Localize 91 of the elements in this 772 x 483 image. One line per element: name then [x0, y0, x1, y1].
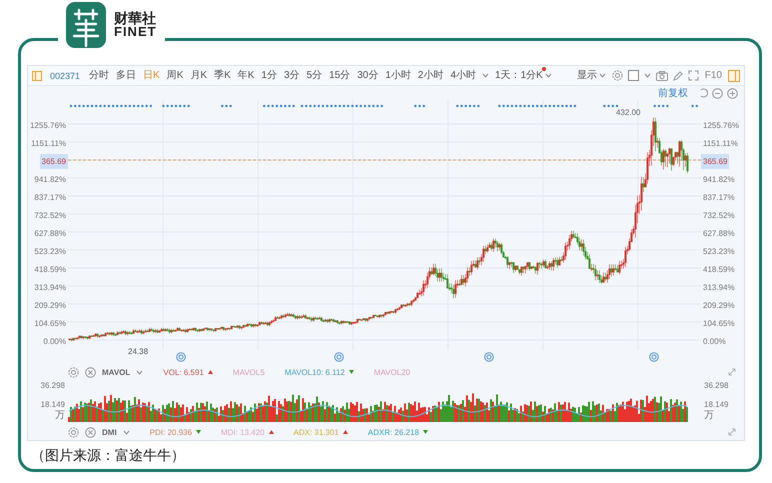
axis-label: 万	[704, 410, 714, 422]
axis-label: 313.94%	[33, 282, 67, 294]
period-tab[interactable]: 多日	[115, 70, 138, 82]
camera-icon[interactable]	[656, 70, 668, 80]
indicator-value: VOL: 6.591	[163, 368, 204, 376]
chevron-down-icon[interactable]	[136, 370, 144, 374]
axis-label: 418.59%	[702, 264, 736, 276]
settings-icon[interactable]	[68, 366, 79, 378]
axis-label: 209.29%	[33, 300, 67, 312]
close-icon[interactable]	[85, 366, 96, 378]
display-dropdown[interactable]: 显示	[576, 70, 607, 82]
target-icon[interactable]	[334, 352, 344, 362]
axis-label: 627.88%	[33, 228, 67, 240]
period-tab[interactable]: 1分	[260, 70, 278, 82]
period-tab[interactable]: 月K	[189, 70, 208, 82]
axis-label: 0.00%	[702, 336, 727, 348]
axis-label: 1151.11%	[702, 138, 739, 150]
high-price-label: 432.00	[616, 108, 640, 117]
indicator-value: ADX: 31.301	[294, 428, 339, 436]
period-tab[interactable]: 2小时	[416, 70, 444, 82]
target-icon[interactable]	[176, 352, 186, 362]
axis-label: 313.94%	[702, 282, 736, 294]
axis-label: 941.82%	[33, 174, 67, 186]
image-caption: （图片来源：富途牛牛）	[31, 447, 186, 465]
checkbox-icon[interactable]	[628, 70, 639, 81]
axis-label: 627.88%	[702, 228, 736, 240]
stock-code-link[interactable]: 002371	[50, 70, 80, 80]
zoom-in-icon[interactable]	[727, 88, 738, 98]
axis-label: 104.65%	[702, 318, 736, 330]
axis-label: 365.69	[701, 154, 730, 168]
axis-label: 18.149	[40, 399, 65, 410]
period-tab[interactable]: 周K	[166, 70, 184, 82]
brand-latin: FINET	[114, 25, 157, 39]
axis-label: 36.298	[704, 380, 728, 391]
axis-label: 1255.76%	[702, 120, 740, 132]
settings-icon[interactable]	[68, 426, 79, 438]
axis-label: 732.52%	[33, 210, 67, 222]
period-tab[interactable]: 15分	[328, 70, 352, 82]
indicator-name: DMI	[102, 428, 117, 436]
indicator-value: MAVOL20	[374, 368, 410, 376]
pen-icon[interactable]	[672, 70, 683, 80]
axis-label: 523.23%	[702, 246, 736, 258]
axis-label: 365.69	[40, 154, 68, 168]
period-tab[interactable]: 5分	[306, 70, 324, 82]
brand-name: 财華社	[114, 11, 157, 25]
chevron-down-icon[interactable]	[644, 73, 651, 78]
period-tab[interactable]: 年K	[236, 70, 256, 82]
axis-label: 837.17%	[702, 192, 736, 204]
period-tab[interactable]: 分时	[88, 70, 110, 82]
chevron-down-icon[interactable]	[482, 73, 490, 78]
axis-label: 0.00%	[42, 336, 67, 348]
period-tab[interactable]: 1小时	[384, 70, 412, 82]
close-icon[interactable]	[85, 426, 96, 438]
axis-label: 104.65%	[33, 318, 67, 330]
target-icon[interactable]	[649, 352, 659, 362]
settings-icon[interactable]	[612, 70, 623, 81]
axis-label: 万	[55, 410, 65, 422]
axis-label: 732.52%	[702, 210, 736, 222]
indicator-value: MDI: 13.420	[220, 428, 264, 436]
axis-label: 36.298	[40, 380, 65, 391]
adjust-link[interactable]: 前复权	[658, 86, 688, 100]
undo-icon[interactable]	[698, 88, 708, 98]
fullscreen-icon[interactable]	[688, 70, 699, 81]
zoom-out-icon[interactable]	[712, 88, 723, 98]
axis-label: 418.59%	[33, 264, 67, 276]
axis-label: 1151.11%	[30, 138, 67, 150]
expand-icon[interactable]	[728, 368, 736, 376]
chevron-down-icon[interactable]	[122, 430, 130, 434]
target-icon[interactable]	[484, 352, 494, 362]
sidebar-toggle-icon[interactable]	[728, 70, 740, 82]
indicator-value: MAVOL10: 6.112	[284, 368, 345, 376]
period-tab[interactable]: 季K	[213, 70, 232, 82]
low-price-label: 24.38	[128, 347, 148, 356]
axis-label: 18.149	[704, 399, 728, 410]
axis-label: 941.82%	[702, 174, 736, 186]
axis-label: 209.29%	[702, 300, 736, 312]
interval-dropdown[interactable]: 1天：1分K	[494, 70, 553, 82]
sidebar-toggle-icon[interactable]	[32, 70, 42, 80]
indicator-value: MAVOL5	[232, 368, 265, 376]
indicator-value: ADXR: 26.218	[368, 428, 420, 436]
axis-label: 1255.76%	[28, 120, 67, 132]
period-tab[interactable]: 30分	[356, 70, 380, 82]
period-tab[interactable]: 4小时	[449, 70, 478, 82]
indicator-value: PDI: 20.936	[150, 428, 192, 436]
chevron-down-icon	[544, 73, 552, 78]
period-tab[interactable]: 3分	[282, 70, 301, 82]
chevron-down-icon	[598, 73, 606, 78]
axis-label: 523.23%	[33, 246, 67, 258]
expand-icon[interactable]	[728, 428, 736, 436]
indicator-name: MAVOL	[102, 368, 130, 376]
axis-label: 837.17%	[33, 192, 67, 204]
